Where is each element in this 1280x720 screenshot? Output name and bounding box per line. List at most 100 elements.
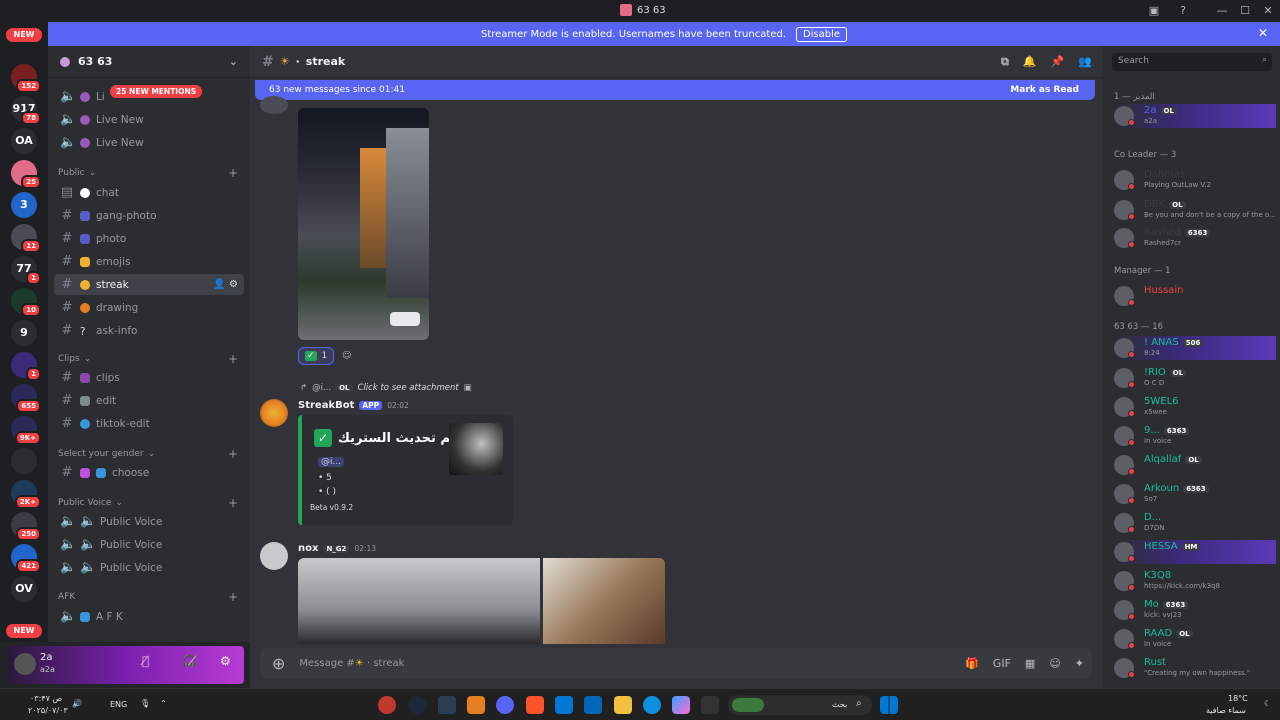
gift-icon[interactable]: 🎁 bbox=[965, 657, 979, 670]
threads-icon[interactable]: ⧉ bbox=[1001, 55, 1009, 69]
brave-icon[interactable] bbox=[526, 696, 544, 714]
member-row[interactable]: Hussain bbox=[1112, 284, 1276, 308]
add-attachment-icon[interactable]: ⊕ bbox=[272, 654, 285, 673]
channel-choose[interactable]: # choose bbox=[54, 462, 244, 483]
avatar[interactable] bbox=[260, 96, 288, 114]
add-channel-icon[interactable]: + bbox=[228, 352, 238, 366]
category-public[interactable]: Public ⌄ + bbox=[58, 166, 238, 180]
app-icon[interactable] bbox=[378, 696, 396, 714]
close-icon[interactable]: ✕ bbox=[1258, 26, 1268, 40]
member-row[interactable]: D... D7DN bbox=[1112, 511, 1276, 535]
member-row[interactable]: !RIO OL O C D bbox=[1112, 366, 1276, 390]
new-pill-bottom[interactable]: NEW bbox=[6, 624, 42, 638]
server-icon[interactable]: 421 bbox=[11, 544, 41, 573]
server-icon[interactable]: 2K+ bbox=[11, 480, 41, 509]
folder-icon[interactable] bbox=[614, 696, 632, 714]
member-row[interactable]: Arkoun 6363 So7 bbox=[1112, 482, 1276, 506]
channel-public-voice-3[interactable]: 🔈 🔈 Public Voice bbox=[54, 557, 244, 578]
copilot-icon[interactable] bbox=[672, 696, 690, 714]
category-public-voice[interactable]: Public Voice ⌄ + bbox=[58, 496, 238, 510]
channel-clips[interactable]: # clips bbox=[54, 367, 244, 388]
streakbot-avatar[interactable] bbox=[260, 399, 288, 427]
reaction-check[interactable]: ✓ 1 bbox=[298, 347, 335, 365]
pin-icon[interactable]: 📌 bbox=[1051, 55, 1065, 69]
server-icon[interactable]: OV bbox=[11, 576, 37, 602]
channel-photo[interactable]: # photo bbox=[54, 228, 244, 249]
add-channel-icon[interactable]: + bbox=[228, 590, 238, 604]
emoji-icon[interactable]: ☺ bbox=[1049, 657, 1060, 670]
embed-mention[interactable]: @i... bbox=[318, 457, 345, 467]
server-icon[interactable]: 9 bbox=[11, 320, 37, 346]
channel-public-voice-2[interactable]: 🔈 🔈 Public Voice bbox=[54, 534, 244, 555]
channel-voice-live-2[interactable]: 🔈 Live New bbox=[54, 109, 244, 130]
mixer-photo-attachment[interactable] bbox=[543, 558, 665, 644]
channel-settings-icon[interactable]: 👤 ⚙ bbox=[213, 279, 238, 290]
inbox-icon[interactable]: ▣ bbox=[1146, 3, 1162, 19]
clock-date[interactable]: ۲۰۲۵/۰۷/۰۳ bbox=[28, 706, 68, 715]
terminal-icon[interactable] bbox=[438, 696, 456, 714]
server-icon[interactable]: 250 bbox=[11, 512, 41, 541]
chevron-up-icon[interactable]: ⌃ bbox=[160, 699, 167, 708]
outlook-icon[interactable] bbox=[555, 696, 573, 714]
server-icon[interactable]: 655 bbox=[11, 384, 41, 413]
member-row[interactable]: 5WEL6 x5wee bbox=[1112, 395, 1276, 419]
edge-icon[interactable] bbox=[643, 696, 661, 714]
store-icon[interactable] bbox=[584, 696, 602, 714]
search-input[interactable]: Search ⌕ bbox=[1112, 53, 1272, 71]
server-icon[interactable]: 3 bbox=[11, 192, 37, 218]
member-row[interactable]: 9... 6363 In voice bbox=[1112, 424, 1276, 448]
add-channel-icon[interactable]: + bbox=[228, 447, 238, 461]
taskbar-search[interactable]: بحث ⌕ bbox=[728, 695, 872, 715]
steam-icon[interactable] bbox=[408, 696, 426, 714]
disable-streamer-button[interactable]: Disable bbox=[795, 26, 848, 42]
discord-icon[interactable] bbox=[496, 696, 514, 714]
channel-tiktok-edit[interactable]: # tiktok-edit bbox=[54, 413, 244, 434]
category-select-gender[interactable]: Select your gender ⌄ + bbox=[58, 447, 238, 461]
chevron-down-icon[interactable]: ⌄ bbox=[229, 55, 238, 68]
gear-icon[interactable]: ⚙ bbox=[220, 654, 231, 668]
server-icon[interactable]: 152 bbox=[11, 64, 41, 93]
author-name[interactable]: nox bbox=[298, 543, 318, 554]
app-icon[interactable] bbox=[701, 696, 719, 714]
gif-icon[interactable]: GIF bbox=[993, 657, 1011, 670]
sticker-icon[interactable]: ▦ bbox=[1025, 657, 1035, 670]
embed-thumbnail[interactable] bbox=[449, 423, 503, 475]
avatar[interactable] bbox=[260, 542, 288, 570]
kitchen-photo-attachment[interactable] bbox=[298, 558, 540, 644]
channel-gang-photo[interactable]: # gang-photo bbox=[54, 205, 244, 226]
member-row[interactable]: HESSA HM bbox=[1112, 540, 1276, 564]
guild-header[interactable]: 63 63 ⌄ bbox=[48, 46, 250, 78]
author-name[interactable]: StreakBot bbox=[298, 400, 354, 411]
channel-chat[interactable]: ▤ chat bbox=[54, 182, 244, 203]
volume-icon[interactable]: 🔊 bbox=[72, 699, 82, 708]
member-row[interactable]: Mo 6363 kick: vvj23 bbox=[1112, 598, 1276, 622]
channel-streak[interactable]: # streak 👤 ⚙ bbox=[54, 274, 244, 295]
deafen-icon[interactable]: 🎧̸ bbox=[182, 654, 197, 668]
new-pill-top[interactable]: NEW bbox=[6, 28, 42, 42]
add-channel-icon[interactable]: + bbox=[228, 166, 238, 180]
server-icon[interactable]: 25 bbox=[11, 160, 41, 189]
close-window-button[interactable]: ✕ bbox=[1260, 3, 1276, 19]
avatar[interactable] bbox=[14, 653, 36, 675]
member-row[interactable]: DBK OL Be you and don't be a copy of the o… bbox=[1112, 198, 1276, 222]
category-clips[interactable]: Clips ⌄ + bbox=[58, 352, 238, 366]
category-afk[interactable]: AFK + bbox=[58, 590, 238, 604]
city-photo-attachment[interactable] bbox=[298, 108, 429, 340]
clock-time[interactable]: ۰۳:۴۷ ص bbox=[30, 694, 62, 703]
maximize-button[interactable]: ☐ bbox=[1237, 3, 1253, 19]
minimize-button[interactable]: — bbox=[1214, 3, 1230, 19]
channel-public-voice-1[interactable]: 🔈 🔈 Public Voice bbox=[54, 511, 244, 532]
language-indicator[interactable]: ENG bbox=[110, 700, 127, 709]
member-row[interactable]: K3Q8 https://kick.com/k3q8 bbox=[1112, 569, 1276, 593]
weather-icon[interactable]: ☾ bbox=[1264, 699, 1271, 708]
members-icon[interactable]: 👥 bbox=[1078, 55, 1092, 69]
windows-start-icon[interactable] bbox=[880, 696, 898, 714]
weather-desc[interactable]: سماء صافية bbox=[1206, 706, 1246, 715]
message-composer[interactable]: ⊕ Message #☀ · streak 🎁 GIF ▦ ☺ ✦ bbox=[260, 648, 1092, 678]
member-row[interactable]: Rashed 6363 Rashed7cr bbox=[1112, 226, 1276, 250]
server-icon[interactable] bbox=[11, 448, 37, 474]
weather-temp[interactable]: 18°C bbox=[1228, 694, 1248, 703]
server-icon[interactable]: 11 bbox=[11, 224, 41, 253]
channel-voice-live-3[interactable]: 🔈 Live New bbox=[54, 132, 244, 153]
new-mentions-pill[interactable]: 25 NEW MENTIONS bbox=[110, 85, 203, 98]
